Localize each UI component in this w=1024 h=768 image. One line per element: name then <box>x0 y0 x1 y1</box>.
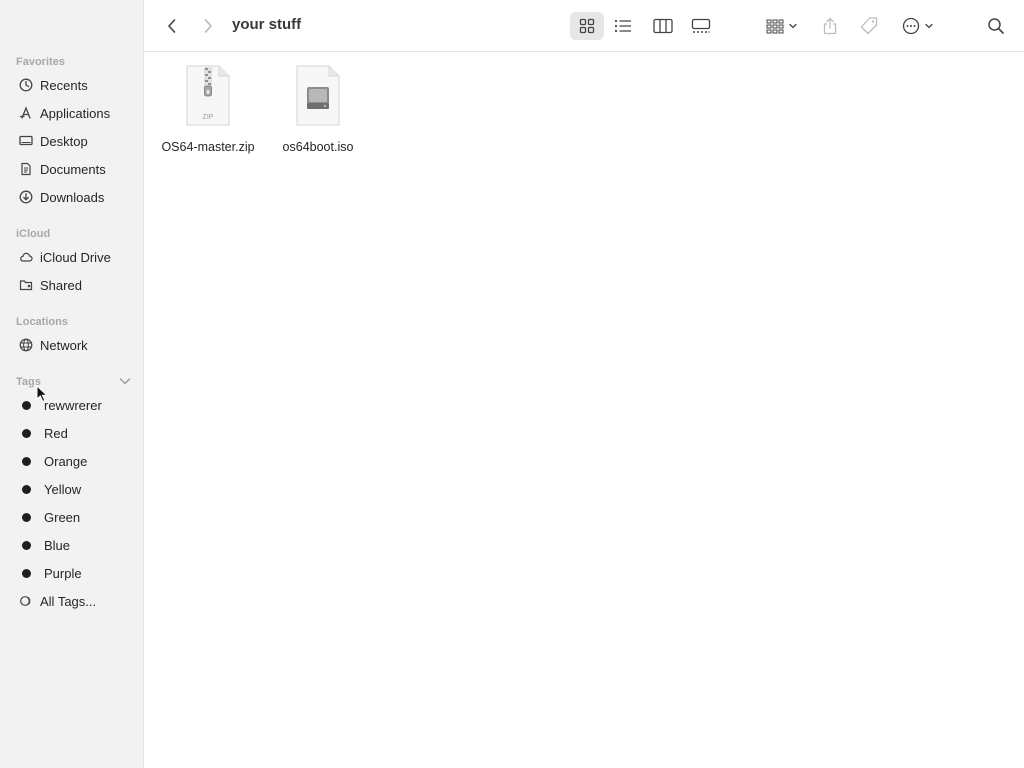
sidebar-item-label: Blue <box>44 537 71 553</box>
sidebar-item-label: Red <box>44 425 68 441</box>
group-grid-icon <box>766 19 784 34</box>
gallery-view-button[interactable] <box>686 12 716 40</box>
list-view-button[interactable] <box>608 12 638 40</box>
file-item-iso[interactable]: os64boot.iso <box>263 65 373 154</box>
sidebar-tag-purple[interactable]: Purple <box>0 561 143 585</box>
sidebar-item-label: Shared <box>40 277 82 293</box>
window-title: your stuff <box>232 16 302 33</box>
tag-button[interactable] <box>856 12 882 40</box>
columns-icon <box>653 18 673 34</box>
cloud-icon <box>18 249 34 265</box>
zip-badge: ZIP <box>203 114 214 121</box>
chevron-left-icon <box>168 19 176 33</box>
sidebar-item-label: Downloads <box>40 189 105 205</box>
gallery-icon <box>691 18 711 33</box>
tag-dot <box>22 512 31 522</box>
download-icon <box>18 189 34 205</box>
sidebar-item-label: Purple <box>44 565 82 581</box>
group-button[interactable] <box>762 12 802 40</box>
sidebar-item-recents[interactable]: Recents <box>0 73 143 97</box>
file-name: OS64-master.zip <box>161 140 255 154</box>
more-icon <box>902 17 920 35</box>
sidebar-item-label: Orange <box>44 453 88 469</box>
sidebar-item-label: All Tags... <box>40 593 97 609</box>
sidebar-item-label: rewwrerer <box>44 397 102 413</box>
sidebar-item-documents[interactable]: Documents <box>0 157 143 181</box>
sidebar-tag-item[interactable]: rewwrerer <box>0 393 143 417</box>
tag-dot <box>22 484 31 494</box>
sidebar-item-label: Desktop <box>40 133 88 149</box>
mouse-pointer-icon <box>36 385 48 403</box>
document-icon <box>18 161 34 177</box>
action-menu-button[interactable] <box>898 12 938 40</box>
sidebar-item-label: Documents <box>40 161 106 177</box>
applications-icon <box>18 105 34 121</box>
sidebar-item-label: iCloud Drive <box>40 249 111 265</box>
sidebar-item-label: Green <box>44 509 81 525</box>
sidebar-item-all-tags[interactable]: All Tags... <box>0 589 143 613</box>
sidebar-item-network[interactable]: Network <box>0 333 143 357</box>
sidebar-item-downloads[interactable]: Downloads <box>0 185 143 209</box>
sidebar-item-label: Recents <box>40 77 88 93</box>
sidebar-item-icloud-drive[interactable]: iCloud Drive <box>0 245 143 269</box>
tag-dot <box>22 456 31 466</box>
share-icon <box>823 17 837 35</box>
forward-button[interactable] <box>196 12 220 40</box>
tag-dot <box>22 400 31 410</box>
locations-section-title: Locations <box>16 316 68 328</box>
list-icon <box>614 19 631 33</box>
disk-image-file-icon <box>296 65 340 126</box>
icon-view-button[interactable] <box>570 12 604 40</box>
sidebar-tag-orange[interactable]: Orange <box>0 449 143 473</box>
icloud-section-title: iCloud <box>16 228 51 240</box>
sidebar-tag-blue[interactable]: Blue <box>0 533 143 557</box>
favorites-section-title: Favorites <box>16 56 65 68</box>
finder-window: Favorites Recents Applications Desktop D… <box>0 0 1024 768</box>
file-icon-grid: ZIP OS64-master.zip os64boot.iso <box>144 53 1024 768</box>
tag-dot <box>22 540 31 550</box>
tag-dot <box>22 428 31 438</box>
chevron-down-icon <box>789 23 797 29</box>
sidebar-item-label: Yellow <box>44 481 82 497</box>
search-button[interactable] <box>982 12 1010 40</box>
sidebar-item-label: Network <box>40 337 88 353</box>
back-button[interactable] <box>160 12 184 40</box>
sidebar-item-desktop[interactable]: Desktop <box>0 129 143 153</box>
chevron-down-icon[interactable] <box>118 375 132 387</box>
search-icon <box>988 18 1004 34</box>
file-name: os64boot.iso <box>282 140 354 154</box>
tag-dot <box>22 568 31 578</box>
sidebar-tag-yellow[interactable]: Yellow <box>0 477 143 501</box>
chevron-down-icon <box>925 23 933 29</box>
clock-icon <box>18 77 34 93</box>
tag-icon <box>860 17 878 35</box>
sidebar-item-shared[interactable]: Shared <box>0 273 143 297</box>
grid-icon <box>579 18 595 34</box>
sidebar: Favorites Recents Applications Desktop D… <box>0 0 144 768</box>
desktop-icon <box>18 133 34 149</box>
toolbar: your stuff <box>144 0 1024 52</box>
sidebar-item-label: Applications <box>40 105 111 121</box>
sidebar-tag-red[interactable]: Red <box>0 421 143 445</box>
shared-folder-icon <box>18 277 34 293</box>
sidebar-item-applications[interactable]: Applications <box>0 101 143 125</box>
file-item-zip[interactable]: ZIP OS64-master.zip <box>153 65 263 154</box>
sidebar-tag-green[interactable]: Green <box>0 505 143 529</box>
chevron-right-icon <box>204 19 212 33</box>
share-button[interactable] <box>818 12 842 40</box>
all-tags-icon <box>18 593 34 609</box>
zip-file-icon: ZIP <box>186 65 230 126</box>
column-view-button[interactable] <box>648 12 678 40</box>
globe-icon <box>18 337 34 353</box>
